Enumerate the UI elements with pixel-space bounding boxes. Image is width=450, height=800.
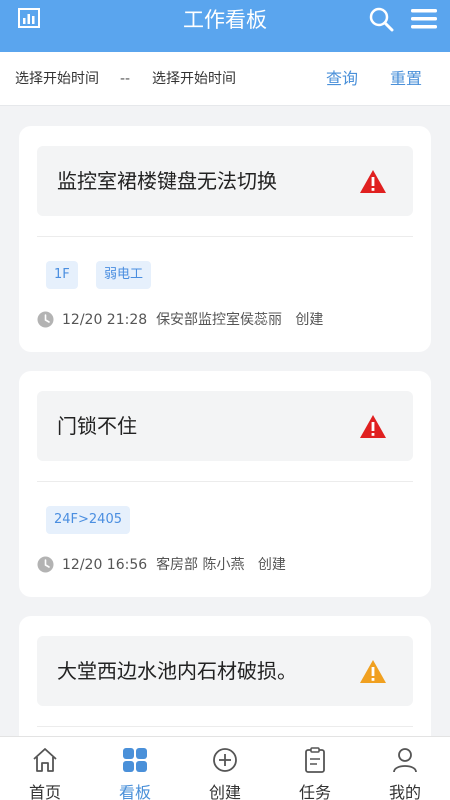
task-title: 门锁不住 (57, 414, 137, 438)
task-title-box: 大堂西边水池内石材破损。 (37, 636, 413, 706)
tab-tasks[interactable]: 任务 (270, 737, 360, 800)
orange-warning-icon (360, 660, 386, 683)
task-card[interactable]: 监控室裙楼键盘无法切换 1F 弱电工 12/20 21:28 保安部监控室侯蕊丽… (19, 126, 431, 352)
task-card[interactable]: 门锁不住 24F>2405 12/20 16:56 客房部 陈小燕 创建 (19, 371, 431, 597)
task-meta-text: 12/20 16:56 客房部 陈小燕 创建 (62, 555, 286, 575)
grid-icon (123, 748, 147, 772)
tab-label: 创建 (208, 783, 241, 800)
task-title: 监控室裙楼键盘无法切换 (57, 169, 277, 193)
task-department: 客房部 陈小燕 (156, 557, 245, 573)
query-button[interactable]: 查询 (326, 52, 358, 106)
tab-label: 任务 (298, 783, 331, 800)
tab-label: 我的 (388, 783, 421, 800)
plus-circle-icon (213, 748, 237, 772)
task-title-box: 监控室裙楼键盘无法切换 (37, 146, 413, 216)
reset-button[interactable]: 重置 (390, 52, 422, 106)
search-icon[interactable] (368, 6, 394, 32)
app-header: 工作看板 (0, 0, 450, 52)
clock-icon (37, 311, 54, 328)
task-card[interactable]: 大堂西边水池内石材破损。 (19, 616, 431, 756)
task-title-box: 门锁不住 (37, 391, 413, 461)
trade-tag: 弱电工 (96, 261, 152, 289)
task-time: 12/20 21:28 (62, 312, 148, 328)
red-warning-icon (360, 170, 386, 193)
task-title: 大堂西边水池内石材破损。 (57, 659, 297, 683)
task-meta-text: 12/20 21:28 保安部监控室侯蕊丽 创建 (62, 310, 323, 330)
filter-bar: 选择开始时间 -- 选择开始时间 查询 重置 (0, 52, 450, 106)
clock-icon (37, 556, 54, 573)
location-tag: 1F (46, 261, 78, 289)
task-time: 12/20 16:56 (62, 557, 148, 573)
task-department: 保安部监控室侯蕊丽 (156, 312, 283, 328)
tab-me[interactable]: 我的 (360, 737, 450, 800)
clipboard-icon (305, 747, 325, 773)
location-tag: 24F>2405 (46, 506, 130, 534)
user-icon (393, 748, 417, 773)
task-action: 创建 (295, 312, 324, 328)
tab-label: 首页 (28, 783, 61, 800)
tab-create[interactable]: 创建 (180, 737, 270, 800)
task-action: 创建 (257, 557, 286, 573)
menu-icon[interactable] (410, 7, 438, 31)
end-time-picker[interactable]: 选择开始时间 (152, 52, 236, 106)
divider (37, 236, 413, 237)
tab-home[interactable]: 首页 (0, 737, 90, 800)
red-warning-icon (360, 415, 386, 438)
bottom-tab-bar: 首页 看板 创建 任务 我的 (0, 736, 450, 800)
tab-board[interactable]: 看板 (90, 737, 180, 800)
home-icon (33, 748, 57, 772)
tab-label: 看板 (118, 783, 151, 800)
date-separator: -- (120, 71, 131, 87)
start-time-picker[interactable]: 选择开始时间 (15, 52, 99, 106)
divider (37, 726, 413, 727)
divider (37, 481, 413, 482)
